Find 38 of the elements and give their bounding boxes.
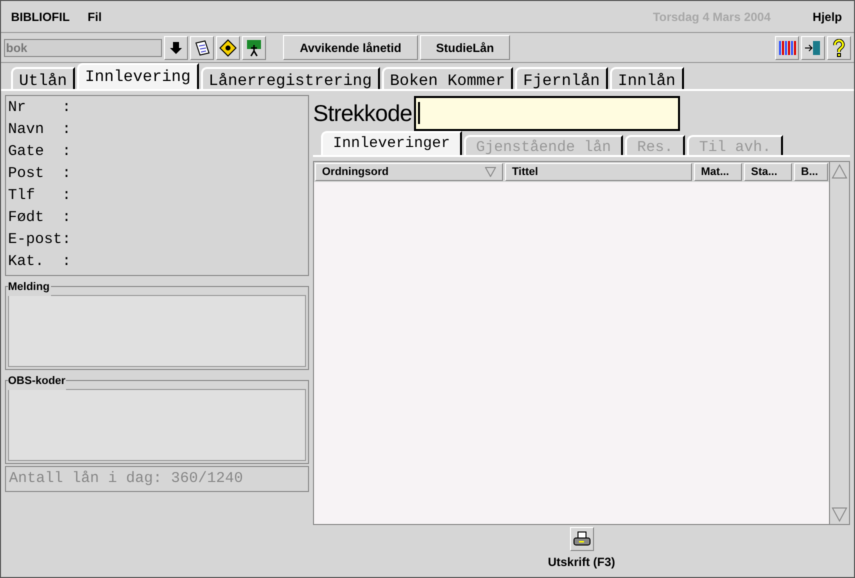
field-label: Post : bbox=[8, 164, 72, 184]
print-label: Utskrift (F3) bbox=[548, 554, 616, 571]
tab[interactable]: Innleveringer bbox=[321, 131, 462, 155]
column-header[interactable]: Tittel bbox=[505, 163, 692, 181]
tab[interactable]: Innlevering bbox=[77, 63, 199, 89]
field-label: Gate : bbox=[8, 142, 72, 162]
field-label: Kat. : bbox=[8, 252, 72, 272]
barcode-field[interactable] bbox=[414, 96, 680, 130]
group-title: OBS-koder bbox=[8, 373, 66, 390]
toolbar-button[interactable]: Avvikende lånetid bbox=[283, 35, 418, 60]
person-board-icon[interactable] bbox=[242, 36, 266, 60]
group-title: Melding bbox=[8, 279, 51, 296]
column-header[interactable]: B... bbox=[794, 163, 828, 181]
tab[interactable]: Innlån bbox=[610, 67, 684, 89]
field-label: E-post: bbox=[8, 230, 72, 250]
column-header[interactable]: Sta... bbox=[744, 163, 792, 181]
tab[interactable]: Lånerregistrering bbox=[200, 67, 380, 89]
tab[interactable]: Fjernlån bbox=[515, 67, 608, 89]
notepad-icon[interactable] bbox=[190, 36, 214, 60]
help-menu[interactable]: Hjelp bbox=[812, 8, 842, 26]
tab[interactable]: Utlån bbox=[11, 67, 76, 89]
column-header[interactable]: Ordningsord bbox=[315, 163, 503, 181]
loan-count-label: Antall lån i dag: 360/1240 bbox=[5, 466, 309, 492]
barcode-icon[interactable] bbox=[775, 36, 799, 60]
exit-door-icon[interactable] bbox=[801, 36, 825, 60]
field-label: Navn : bbox=[8, 120, 72, 140]
warning-sign-icon[interactable] bbox=[216, 36, 240, 60]
field-label: Født : bbox=[8, 208, 72, 228]
field-label: Tlf : bbox=[8, 186, 72, 206]
tab[interactable]: Boken Kommer bbox=[382, 67, 514, 89]
barcode-label: Strekkode bbox=[313, 98, 412, 128]
printer-icon[interactable] bbox=[570, 527, 594, 551]
column-header[interactable]: Mat... bbox=[694, 163, 742, 181]
field-label: Nr : bbox=[8, 98, 72, 118]
menu-item[interactable]: Fil bbox=[88, 8, 102, 26]
toolbar-button[interactable]: StudieLån bbox=[420, 35, 510, 60]
help-icon[interactable] bbox=[827, 36, 851, 60]
app-menu[interactable]: BIBLIOFIL bbox=[11, 8, 70, 26]
